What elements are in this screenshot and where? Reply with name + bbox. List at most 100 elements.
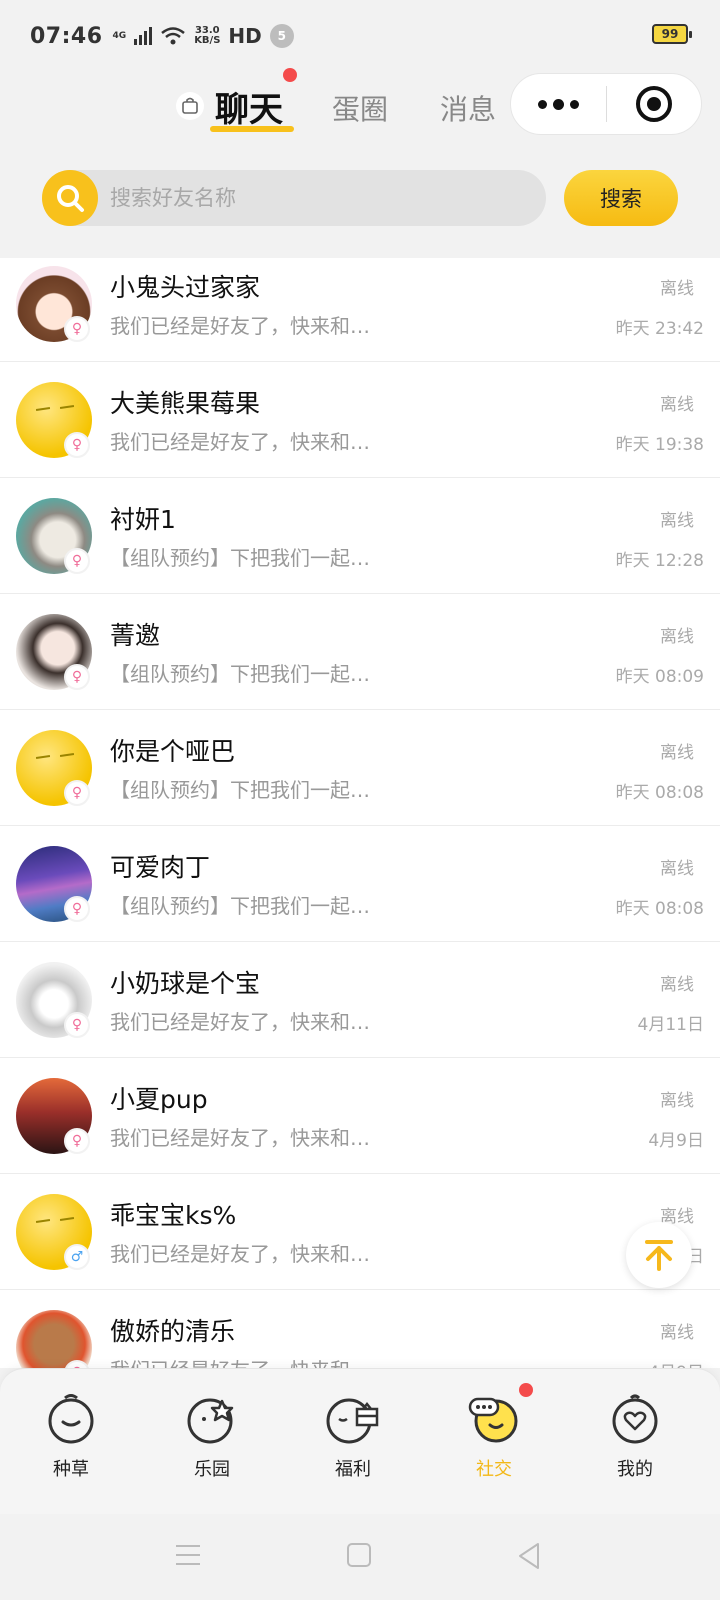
chat-list-inner: ♀ 小鬼头过家家 我们已经是好友了，快来和… 离线 昨天 23:42 ♀ 大美熊果莓果 我们已… <box>0 258 720 1368</box>
more-options-button[interactable] <box>511 74 606 134</box>
chat-row[interactable]: ♀傲娇的清乐我们已经是好友了，快来和…离线4月9日 <box>0 1290 720 1368</box>
notification-count-badge: 5 <box>269 24 294 48</box>
chat-row[interactable]: ♀ 衬妍1 【组队预约】下把我们一起… 离线昨天 12:28 <box>0 478 720 594</box>
tab-circle[interactable]: 蛋圈 <box>332 88 388 128</box>
female-icon: ♀ <box>64 896 90 922</box>
chat-time: 昨天 08:08 <box>615 783 704 803</box>
chat-time: 4月11日 <box>637 1015 704 1035</box>
male-icon: ♂ <box>64 1244 90 1270</box>
online-status: 离线 <box>660 1091 694 1111</box>
nav-label: 乐园 <box>194 1459 230 1480</box>
nav-label: 种草 <box>53 1459 89 1480</box>
chat-row[interactable]: ♂乖宝宝ks%我们已经是好友了，快来和…离线4月9日 <box>0 1174 720 1290</box>
chat-row[interactable]: ♀ 小夏pup 我们已经是好友了，快来和… 离线 4月9日 <box>0 1058 720 1174</box>
chat-preview: 【组队预约】下把我们一起… <box>110 778 370 802</box>
chat-name: 大美熊果莓果 <box>110 389 261 418</box>
tab-chat[interactable]: 聊天 <box>215 82 283 131</box>
back-icon[interactable] <box>516 1542 542 1570</box>
home-icon[interactable] <box>346 1542 372 1568</box>
female-icon: ♀ <box>64 432 90 458</box>
system-nav-bar <box>0 1514 720 1600</box>
search-icon <box>42 170 98 226</box>
nav-item-sprout[interactable]: 种草 <box>16 1389 126 1489</box>
nav-label: 我的 <box>617 1459 653 1480</box>
chat-row[interactable]: ♀ 小奶球是个宝我们已经是好友了，快来和… 离线 4月11日 <box>0 942 720 1058</box>
chat-list[interactable]: ♀ 小鬼头过家家 我们已经是好友了，快来和… 离线 昨天 23:42 ♀ 大美熊果莓果 我们已… <box>0 258 720 1368</box>
tab-shop-icon[interactable] <box>176 92 204 120</box>
female-icon: ♀ <box>64 548 90 574</box>
chat-name: 可爱肉丁 <box>110 853 211 882</box>
online-status: 离线 <box>660 859 694 879</box>
tab-chat-badge <box>283 68 297 82</box>
chat-preview: 【组队预约】下把我们一起… <box>110 894 370 918</box>
search-input[interactable] <box>110 186 510 210</box>
dot-icon <box>570 99 579 109</box>
avatar[interactable] <box>16 1310 92 1368</box>
network-type: 4G <box>112 31 127 41</box>
chat-preview: 我们已经是好友了，快来和… <box>110 1242 370 1266</box>
female-icon: ♀ <box>64 780 90 806</box>
scroll-to-top-button[interactable] <box>626 1222 692 1288</box>
chat-time: 昨天 19:38 <box>615 435 704 455</box>
chat-time: 昨天 23:42 <box>615 319 704 339</box>
status-bar: 07:46 4G 33.0 KB/S HD 5 99 <box>0 0 720 72</box>
tab-chat-underline <box>210 126 294 132</box>
dot-icon <box>538 99 547 109</box>
female-icon: ♀ <box>64 316 90 342</box>
chat-name: 小鬼头过家家 <box>110 273 261 302</box>
female-icon: ♀ <box>64 664 90 690</box>
chat-preview: 我们已经是好友了，快来和… <box>110 1010 370 1034</box>
tab-messages[interactable]: 消息 <box>440 88 496 128</box>
chat-social-icon <box>468 1397 518 1443</box>
network-speed: 33.0 KB/S <box>194 26 220 46</box>
online-status: 离线 <box>660 511 694 531</box>
mini-program-capsule <box>510 73 702 135</box>
bottom-nav: 种草 乐园 福利 社交 我的 <box>0 1368 720 1514</box>
star-park-icon <box>187 1398 234 1444</box>
chat-name: 衬妍1 <box>110 505 176 534</box>
nav-label: 福利 <box>335 1459 371 1480</box>
online-status: 离线 <box>660 1323 694 1343</box>
chat-screen: 07:46 4G 33.0 KB/S HD 5 99 聊天 蛋圈 消息 搜索好友… <box>0 0 720 1600</box>
status-time: 07:46 <box>30 23 103 49</box>
speed-unit: KB/S <box>194 35 221 46</box>
nav-item-social[interactable]: 社交 <box>439 1383 549 1489</box>
chat-preview: 我们已经是好友了，快来和… <box>110 430 370 454</box>
online-status: 离线 <box>660 627 694 647</box>
chat-row[interactable]: ♀ 小鬼头过家家我们已经是好友了，快来和… 离线昨天 23:42 <box>0 258 720 362</box>
chat-preview: 我们已经是好友了，快来和… <box>110 314 370 338</box>
online-status: 离线 <box>660 743 694 763</box>
chat-name: 菁邀 <box>110 621 161 650</box>
menu-icon[interactable] <box>174 1542 202 1568</box>
female-icon: ♀ <box>64 1012 90 1038</box>
chat-preview: 【组队预约】下把我们一起… <box>110 662 370 686</box>
sprout-icon <box>48 1394 94 1444</box>
online-status: 离线 <box>660 279 694 299</box>
nav-item-park[interactable]: 乐园 <box>157 1389 267 1489</box>
chat-name: 小奶球是个宝 <box>110 969 261 998</box>
gift-icon <box>326 1398 379 1444</box>
target-icon <box>635 86 672 122</box>
chat-row[interactable]: ♀ 可爱肉丁 【组队预约】下把我们一起… 离线 昨天 08:08 <box>0 826 720 942</box>
chat-row[interactable]: ♀ 菁邀【组队预约】下把我们一起… 离线昨天 08:09 <box>0 594 720 710</box>
search-button[interactable]: 搜索 <box>564 170 678 226</box>
heart-profile-icon <box>612 1394 658 1444</box>
nav-label: 社交 <box>476 1459 512 1480</box>
hd-indicator: HD <box>228 24 262 48</box>
chat-row[interactable]: ♀ 你是个哑巴【组队预约】下把我们一起… 离线昨天 08:08 <box>0 710 720 826</box>
chat-preview: 我们已经是好友了，快来和… <box>110 1354 370 1368</box>
online-status: 离线 <box>660 395 694 415</box>
signal-icon <box>134 27 153 45</box>
chat-name: 乖宝宝ks% <box>110 1201 237 1230</box>
close-mini-program-button[interactable] <box>607 74 701 134</box>
chat-row[interactable]: ♀ 大美熊果莓果我们已经是好友了，快来和… 离线昨天 19:38 <box>0 362 720 478</box>
nav-item-welfare[interactable]: 福利 <box>298 1389 408 1489</box>
nav-item-mine[interactable]: 我的 <box>580 1389 690 1489</box>
chat-time: 4月9日 <box>648 1131 704 1151</box>
chat-name: 你是个哑巴 <box>110 737 236 766</box>
online-status: 离线 <box>660 975 694 995</box>
chat-time: 昨天 12:28 <box>615 551 704 571</box>
chat-preview: 【组队预约】下把我们一起… <box>110 546 370 570</box>
chat-time: 昨天 08:09 <box>615 667 704 687</box>
chat-preview: 我们已经是好友了，快来和… <box>110 1126 370 1150</box>
